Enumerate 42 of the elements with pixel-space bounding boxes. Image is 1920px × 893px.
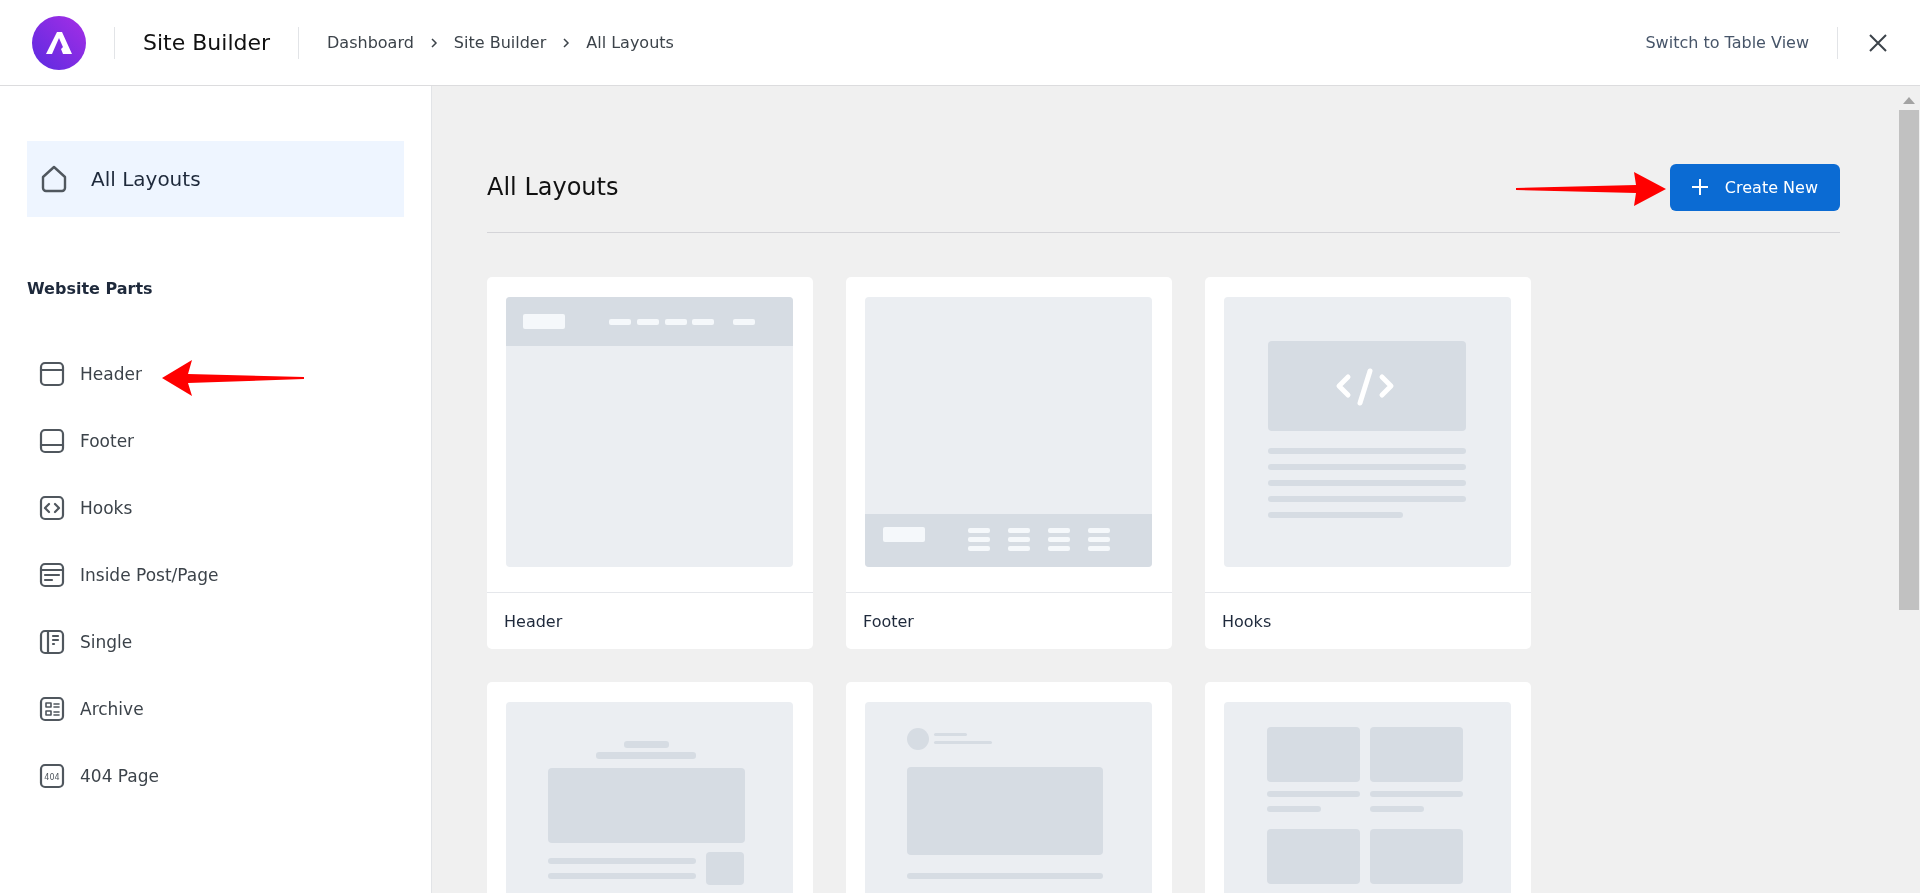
sidebar-item-label: All Layouts <box>91 167 201 191</box>
home-icon <box>39 164 69 194</box>
logo-icon <box>32 15 86 70</box>
create-new-button[interactable]: Create New <box>1669 163 1840 211</box>
app-title: Site Builder <box>143 30 271 55</box>
header-icon <box>38 359 66 388</box>
breadcrumb-link[interactable]: All Layouts <box>586 33 674 52</box>
sidebar-item[interactable]: Archive <box>27 675 404 742</box>
sidebar-item[interactable]: Inside Post/Page <box>27 541 404 608</box>
sidebar-item-label: 404 Page <box>80 765 159 786</box>
sidebar-item-label: Header <box>80 363 142 384</box>
sidebar-item[interactable]: Single <box>27 608 404 675</box>
layout-card[interactable]: Footer <box>846 277 1172 649</box>
card-title: Footer <box>846 592 1172 649</box>
layout-card[interactable]: Hooks <box>1205 277 1531 649</box>
footer-icon <box>38 426 66 455</box>
breadcrumb-link[interactable]: Site Builder <box>453 33 547 52</box>
notfound-icon: 404 <box>38 761 66 790</box>
sidebar-item-label: Footer <box>80 430 135 451</box>
plus-icon <box>1689 177 1710 197</box>
sidebar-item[interactable]: All Layouts <box>27 141 404 217</box>
sidebar-item-label: Archive <box>80 698 144 719</box>
page-title: All Layouts <box>487 173 619 201</box>
sidebar-item-label: Single <box>80 631 133 652</box>
breadcrumb-link[interactable]: Dashboard <box>327 33 414 52</box>
scrollbar-thumb[interactable] <box>1898 110 1919 610</box>
archive-icon <box>38 694 66 723</box>
sidebar-item-label: Inside Post/Page <box>80 564 219 585</box>
card-title: Hooks <box>1205 592 1531 649</box>
sidebar-item[interactable]: Footer <box>27 407 404 474</box>
layout-card[interactable]: Header <box>487 277 813 649</box>
scroll-up-icon[interactable] <box>1902 96 1915 104</box>
sidebar-item[interactable]: 404 404 Page <box>27 742 404 809</box>
card-title: Header <box>487 592 813 649</box>
section-title: Website Parts <box>27 279 154 298</box>
sidebar-item-label: Hooks <box>80 497 133 518</box>
sidebar-item[interactable]: Header <box>27 340 404 407</box>
inside-icon <box>38 560 66 589</box>
single-icon <box>38 627 66 656</box>
hooks-icon <box>38 493 66 522</box>
switch-view-button[interactable]: Switch to Table View <box>1645 33 1809 52</box>
sidebar-item[interactable]: Hooks <box>27 474 404 541</box>
